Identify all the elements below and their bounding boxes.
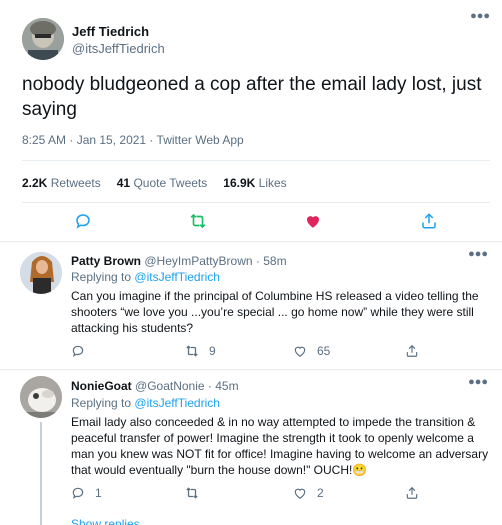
tweet-text: nobody bludgeoned a cop after the email … (22, 74, 482, 120)
like-icon (294, 346, 306, 357)
author-handle[interactable]: @GoatNonie (135, 379, 205, 393)
retweet-icon (186, 487, 198, 499)
reply-button[interactable]: 1 (71, 486, 102, 500)
like-button[interactable]: 2 (293, 486, 324, 500)
avatar[interactable] (20, 252, 62, 294)
like-button[interactable]: 65 (293, 344, 330, 358)
main-tweet: Jeff Tiedrich @itsJeffTiedrich ●●● nobod… (0, 0, 502, 242)
like-count: 2 (317, 486, 324, 500)
reply-header: NonieGoat @GoatNonie · 45m (71, 379, 239, 393)
share-button[interactable] (405, 486, 419, 500)
replying-to: Replying to @itsJeffTiedrich (71, 396, 220, 410)
more-options-icon[interactable]: ●●● (470, 10, 490, 22)
reply-time[interactable]: · 58m (256, 254, 287, 268)
replying-to-link[interactable]: @itsJeffTiedrich (134, 396, 220, 410)
retweet-button[interactable] (185, 486, 209, 500)
reply-header: Patty Brown @HeyImPattyBrown · 58m (71, 254, 287, 268)
reply-text: Can you imagine if the principal of Colu… (71, 289, 479, 335)
replying-to: Replying to @itsJeffTiedrich (71, 270, 220, 284)
author-handle[interactable]: @itsJeffTiedrich (72, 41, 165, 56)
more-options-icon[interactable]: ●●● (468, 376, 488, 388)
like-button[interactable] (304, 212, 322, 230)
reply-text: Email lady also conceeded & in no way at… (71, 415, 489, 477)
like-icon (294, 488, 306, 499)
avatar[interactable] (22, 18, 64, 60)
avatar[interactable] (20, 376, 62, 418)
show-replies-link[interactable]: Show replies (71, 517, 140, 525)
like-icon (307, 216, 319, 228)
share-icon (406, 344, 418, 357)
retweet-count: 9 (209, 344, 216, 358)
replying-to-link[interactable]: @itsJeffTiedrich (134, 270, 220, 284)
reply-tweet[interactable]: NonieGoat @GoatNonie · 45m ●●● Replying … (0, 370, 502, 525)
reply-icon (72, 487, 84, 499)
thread-line (40, 422, 42, 525)
author-name[interactable]: NonieGoat (71, 379, 132, 393)
divider (22, 160, 490, 161)
author-name[interactable]: Patty Brown (71, 254, 141, 268)
share-icon (422, 213, 436, 229)
retweets-stat[interactable]: 2.2K Retweets (22, 176, 101, 190)
retweet-icon (190, 213, 206, 229)
reply-icon (72, 345, 84, 357)
tweet-meta[interactable]: 8:25 AM · Jan 15, 2021 · Twitter Web App (22, 133, 244, 147)
reply-button[interactable] (71, 344, 95, 358)
divider (22, 202, 490, 203)
retweet-button[interactable] (189, 212, 207, 230)
share-button[interactable] (405, 344, 419, 358)
reply-time[interactable]: · 45m (208, 379, 239, 393)
reply-tweet[interactable]: Patty Brown @HeyImPattyBrown · 58m ●●● R… (0, 242, 502, 370)
like-count: 65 (317, 344, 331, 358)
quotes-stat[interactable]: 41 Quote Tweets (117, 176, 208, 190)
more-options-icon[interactable]: ●●● (468, 248, 488, 260)
likes-stat[interactable]: 16.9K Likes (223, 176, 286, 190)
retweet-button[interactable]: 9 (185, 344, 216, 358)
reply-icon (76, 214, 90, 229)
retweet-icon (186, 345, 198, 357)
share-icon (406, 486, 418, 499)
tweet-stats: 2.2K Retweets 41 Quote Tweets 16.9K Like… (22, 176, 287, 190)
author-handle[interactable]: @HeyImPattyBrown (144, 254, 252, 268)
reply-count: 1 (95, 486, 102, 500)
reply-button[interactable] (74, 212, 92, 230)
author-name[interactable]: Jeff Tiedrich (72, 24, 149, 39)
share-button[interactable] (420, 212, 438, 230)
